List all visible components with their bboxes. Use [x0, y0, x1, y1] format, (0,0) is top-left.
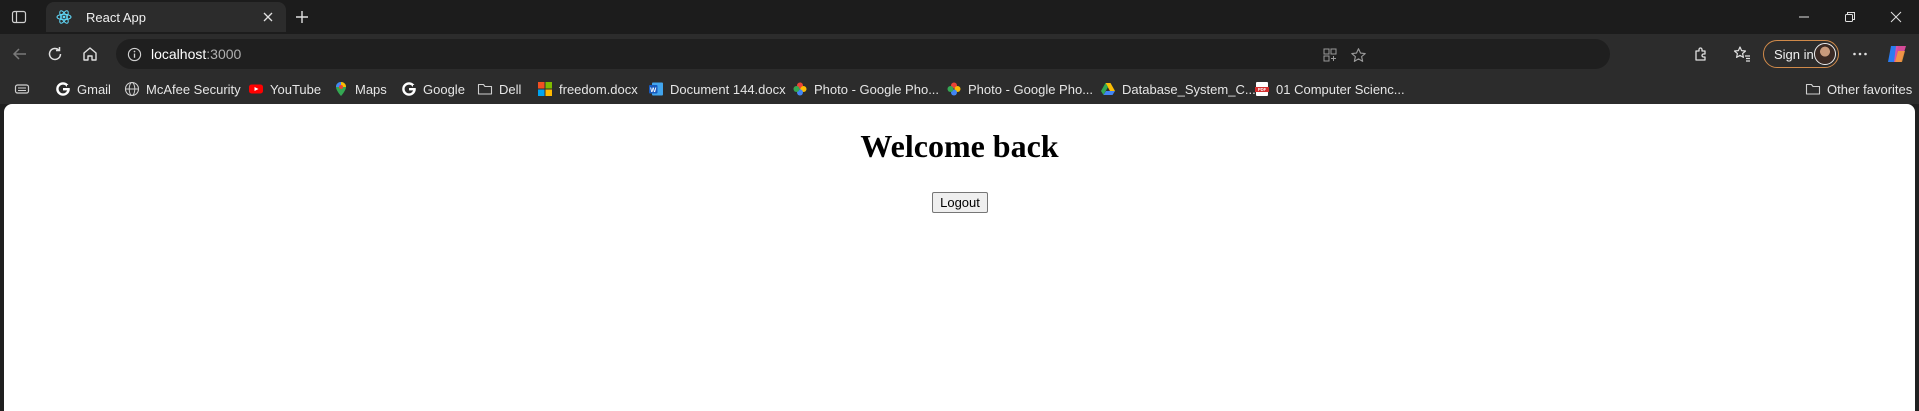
google-drive-icon [1100, 81, 1116, 97]
bookmark-gmail[interactable]: Gmail [55, 80, 111, 98]
collections-button[interactable] [12, 81, 32, 97]
bookmark-database-system[interactable]: Database_System_C... [1100, 80, 1256, 98]
bookmark-label: Gmail [77, 81, 111, 97]
svg-text:PDF: PDF [1258, 87, 1267, 92]
url-port: :3000 [206, 46, 242, 62]
globe-icon [124, 81, 140, 97]
bookmark-mcafee[interactable]: McAfee Security [124, 80, 241, 98]
google-icon [401, 81, 417, 97]
bookmark-label: Database_System_C... [1122, 81, 1256, 97]
refresh-icon [48, 47, 62, 61]
app-available-icon[interactable] [1321, 46, 1339, 64]
address-toolbar: localhost:3000 Sign in [0, 34, 1919, 74]
new-tab-button[interactable] [291, 6, 313, 28]
react-logo-icon [56, 9, 72, 25]
bookmark-google-photos-2[interactable]: Photo - Google Pho... [946, 80, 1093, 98]
bookmark-computer-science-pdf[interactable]: PDF 01 Computer Scienc... [1254, 80, 1405, 98]
bookmark-label: Document 144.docx [670, 81, 786, 97]
google-photos-icon [946, 81, 962, 97]
extensions-button[interactable] [1689, 42, 1713, 66]
address-bar[interactable]: localhost:3000 [116, 39, 1610, 69]
bookmark-freedom-docx[interactable]: freedom.docx [537, 80, 638, 98]
sign-in-button[interactable]: Sign in [1763, 40, 1839, 68]
tab-title: React App [86, 9, 146, 25]
bookmark-label: Photo - Google Pho... [968, 81, 1094, 97]
folder-icon [1805, 81, 1821, 97]
google-photos-icon [792, 81, 808, 97]
bookmark-label: 01 Computer Scienc... [1276, 81, 1405, 97]
bookmark-label: Google [423, 81, 465, 97]
copilot-button[interactable] [1885, 42, 1909, 66]
site-info-icon[interactable] [126, 46, 142, 62]
favorites-button[interactable] [1730, 42, 1754, 66]
other-favorites-folder[interactable]: Other favorites [1805, 80, 1912, 98]
settings-and-more-button[interactable] [1848, 42, 1872, 66]
tab-strip: React App [0, 0, 1919, 34]
pdf-icon: PDF [1254, 81, 1270, 97]
favorites-star-list-icon [1733, 46, 1750, 62]
other-favorites-label: Other favorites [1827, 81, 1913, 97]
bookmark-google-photos-1[interactable]: Photo - Google Pho... [792, 80, 939, 98]
tab-actions-button[interactable] [8, 6, 30, 28]
copilot-icon [1888, 46, 1906, 62]
minimize-icon [1799, 16, 1809, 18]
bookmark-youtube[interactable]: YouTube [248, 80, 321, 98]
tab-actions-icon [11, 10, 27, 24]
refresh-button[interactable] [43, 42, 67, 66]
collections-icon [14, 84, 30, 94]
url-text: localhost:3000 [151, 46, 241, 62]
svg-text:W: W [650, 87, 657, 94]
maps-pin-icon [333, 81, 349, 97]
bookmark-label: McAfee Security [146, 81, 241, 97]
restore-icon [1845, 12, 1855, 22]
close-tab-icon[interactable] [260, 9, 276, 25]
bookmark-label: Photo - Google Pho... [814, 81, 940, 97]
profile-avatar [1814, 43, 1836, 65]
page-content: Welcome back Logout [4, 104, 1915, 411]
more-dots-icon [1853, 52, 1867, 56]
restore-button[interactable] [1827, 0, 1873, 34]
bookmark-label: Maps [355, 81, 387, 97]
favorite-star-icon[interactable] [1349, 46, 1367, 64]
word-icon: W [648, 81, 664, 97]
close-window-button[interactable] [1873, 0, 1919, 34]
active-tab[interactable]: React App [46, 2, 286, 32]
bookmarks-bar: Gmail McAfee Security YouTube Maps Googl… [0, 74, 1919, 104]
home-button[interactable] [78, 42, 102, 66]
sign-in-label: Sign in [1774, 46, 1814, 62]
logout-button[interactable]: Logout [932, 192, 988, 213]
bookmark-label: YouTube [270, 81, 322, 97]
back-arrow-icon [12, 48, 26, 60]
home-icon [83, 47, 97, 61]
bookmark-maps[interactable]: Maps [333, 80, 387, 98]
url-host: localhost [151, 46, 207, 62]
puzzle-piece-icon [1695, 47, 1706, 61]
google-icon [55, 81, 71, 97]
folder-icon [477, 81, 493, 97]
minimize-button[interactable] [1781, 0, 1827, 34]
plus-icon [296, 11, 308, 23]
bookmark-label: freedom.docx [559, 81, 638, 97]
youtube-icon [248, 81, 264, 97]
page-title: Welcome back [860, 128, 1059, 164]
close-icon [1890, 11, 1902, 23]
back-button[interactable] [8, 42, 32, 66]
bookmark-dell-folder[interactable]: Dell [477, 80, 521, 98]
bookmark-label: Dell [499, 81, 522, 97]
microsoft-icon [537, 81, 553, 97]
bookmark-google[interactable]: Google [401, 80, 465, 98]
bookmark-document-144[interactable]: W Document 144.docx [648, 80, 786, 98]
